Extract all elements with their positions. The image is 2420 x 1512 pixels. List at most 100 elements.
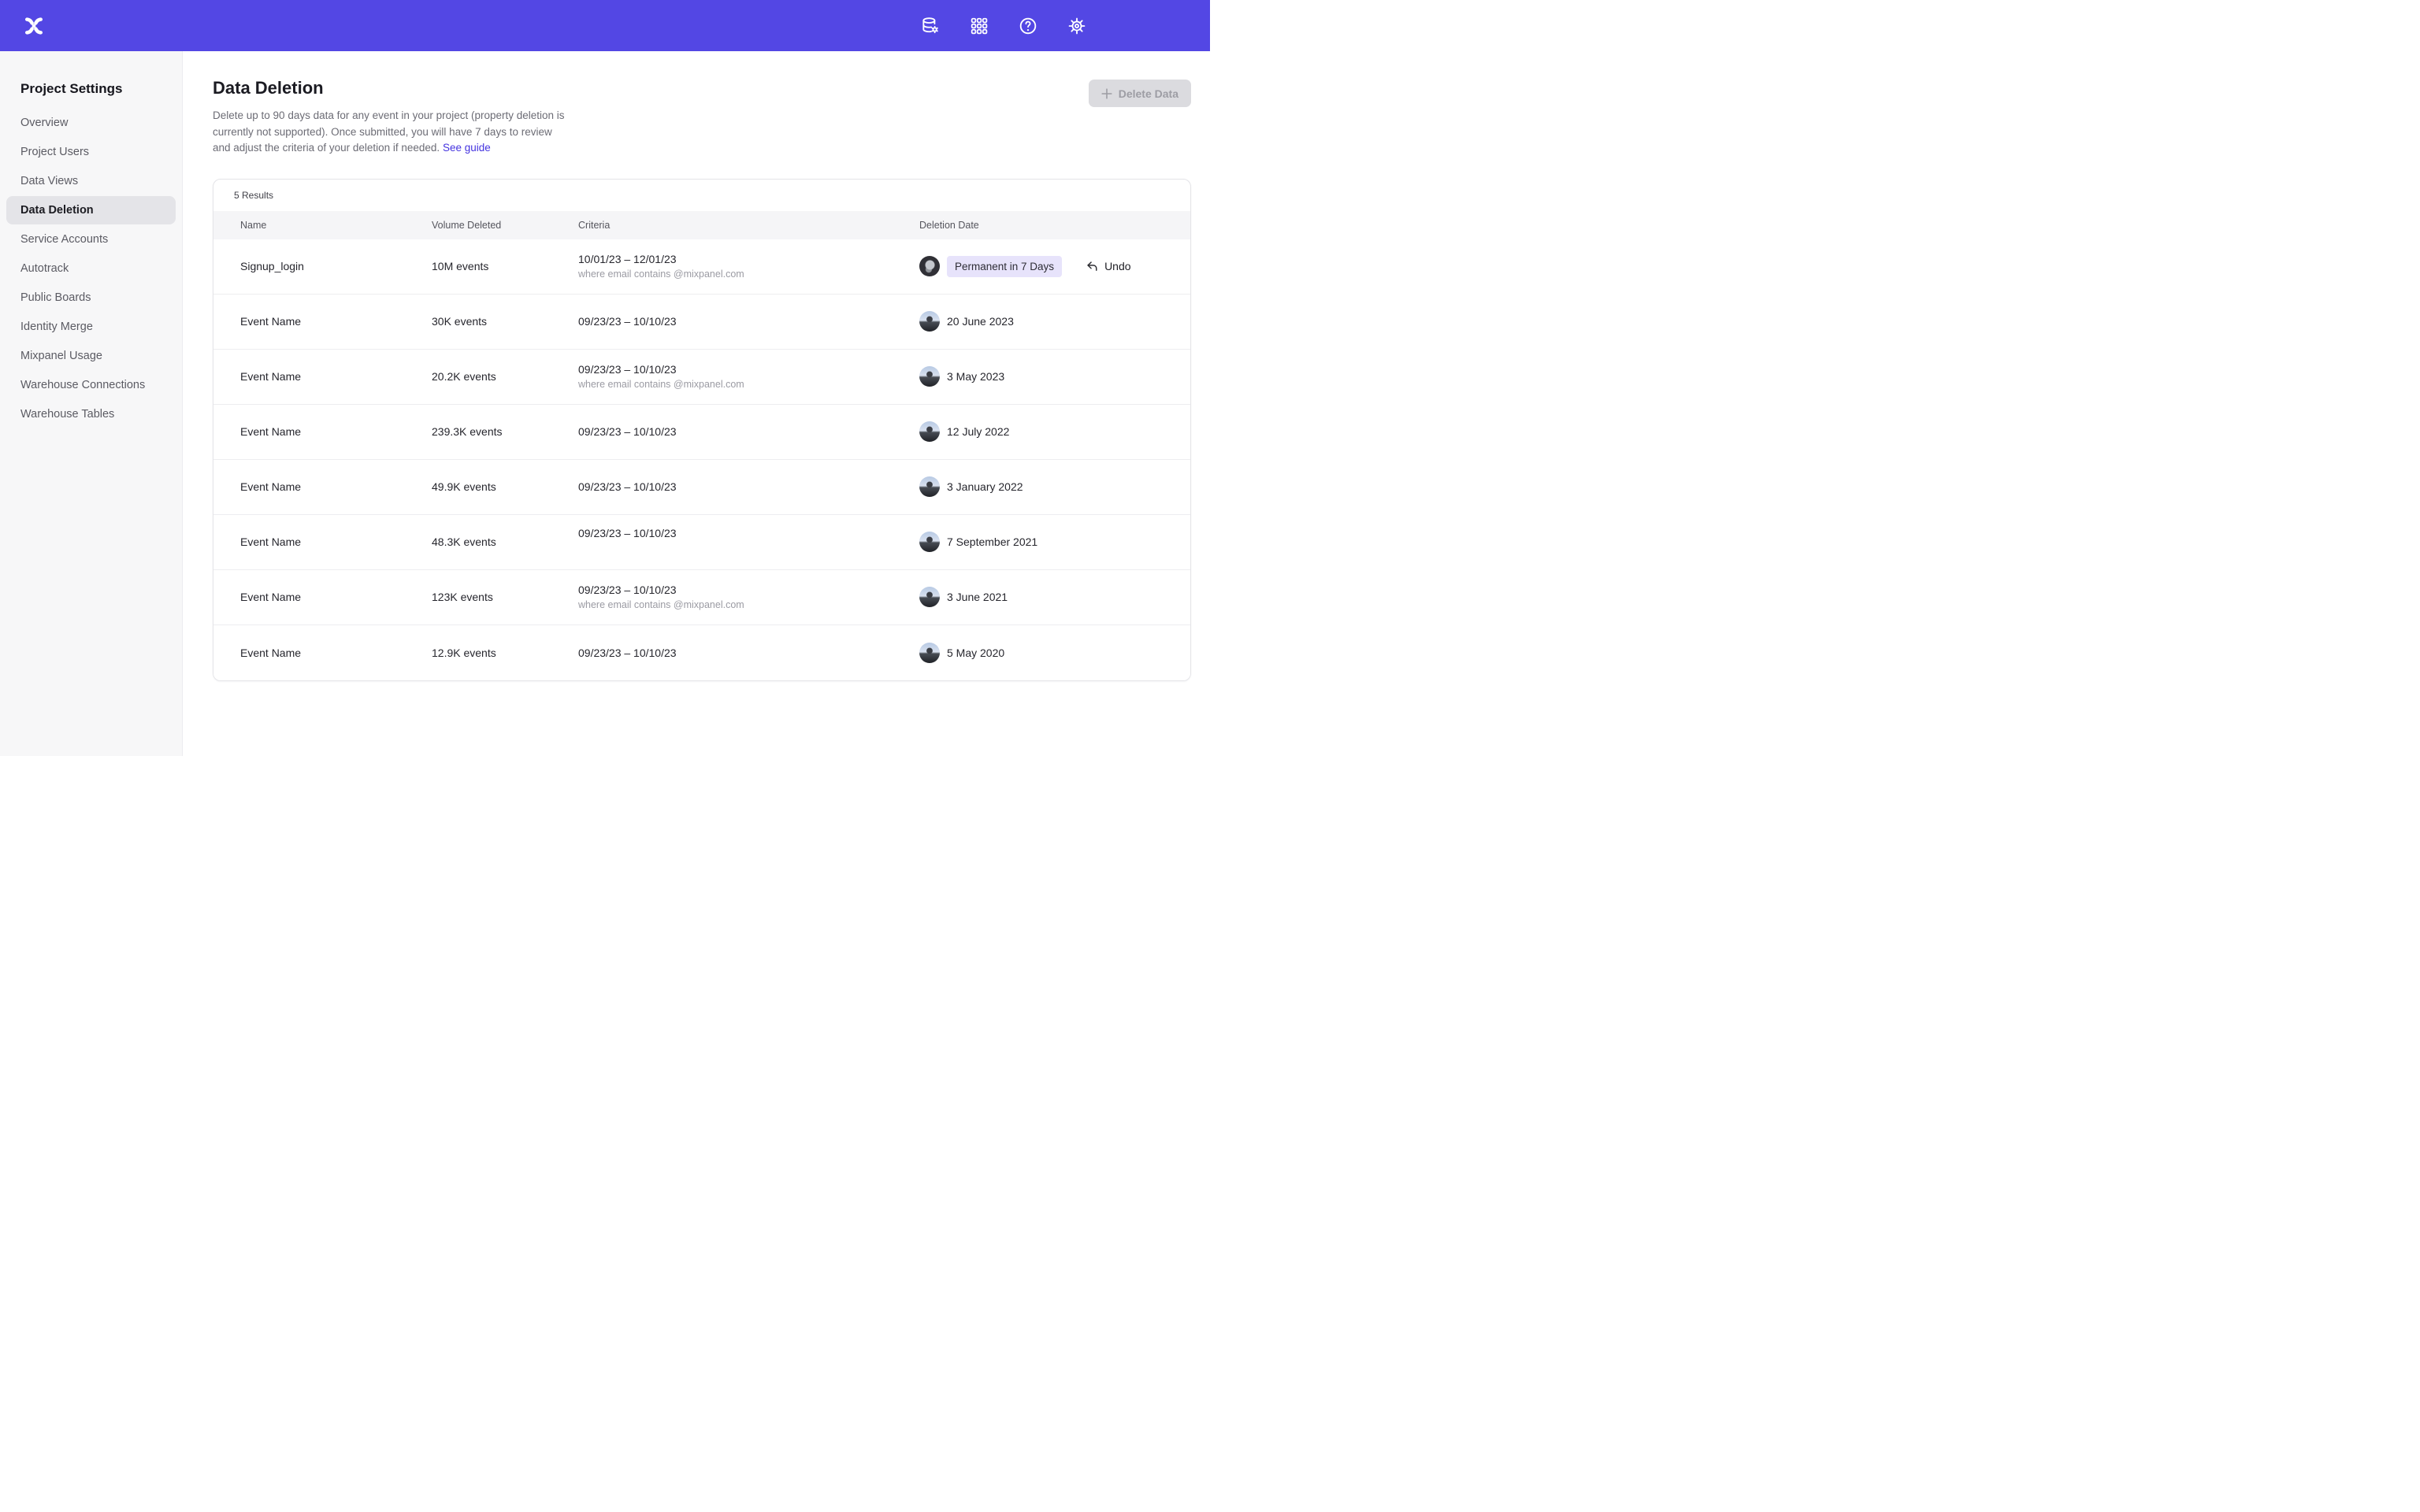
deletion-date-text: 20 June 2023 [947,315,1014,328]
table-row: Event Name 123K events 09/23/23 – 10/10/… [213,570,1190,625]
column-header-criteria: Criteria [578,220,919,231]
deletion-date-text: 3 January 2022 [947,480,1023,493]
table-row: Event Name 48.3K events 09/23/23 – 10/10… [213,515,1190,570]
row-deletion-date: Permanent in 7 Days Undo [919,256,1190,277]
page-description: Delete up to 90 days data for any event … [213,108,566,157]
row-deletion-date: 3 June 2021 [919,587,1190,607]
deletion-date-text: 3 June 2021 [947,591,1008,603]
row-deletion-date: 3 May 2023 [919,366,1190,387]
delete-data-button-label: Delete Data [1119,87,1178,100]
sidebar-item-data-views[interactable]: Data Views [6,167,176,195]
undo-button[interactable]: Undo [1086,260,1130,273]
row-criteria-filter: where email contains @mixpanel.com [578,269,919,280]
user-avatar [919,643,940,663]
sidebar-item-overview[interactable]: Overview [6,109,176,137]
sidebar-item-public-boards[interactable]: Public Boards [6,284,176,312]
data-management-icon[interactable] [920,16,941,36]
table-row: Event Name 30K events 09/23/23 – 10/10/2… [213,295,1190,350]
deletion-table-card: 5 Results Name Volume Deleted Criteria D… [213,179,1191,681]
row-volume-deleted: 49.9K events [432,480,578,493]
row-event-name: Event Name [240,647,432,659]
page-description-text: Delete up to 90 days data for any event … [213,109,565,154]
user-avatar [919,532,940,552]
table-body: Signup_login 10M events 10/01/23 – 12/01… [213,239,1190,680]
settings-sidebar: Project Settings OverviewProject UsersDa… [0,51,183,756]
row-criteria: 09/23/23 – 10/10/23 where email contains… [578,363,919,390]
column-header-volume: Volume Deleted [432,220,578,231]
row-event-name: Event Name [240,591,432,603]
row-criteria-range: 09/23/23 – 10/10/23 [578,480,919,493]
row-volume-deleted: 20.2K events [432,370,578,383]
row-event-name: Event Name [240,536,432,548]
deletion-date-text: 12 July 2022 [947,425,1009,438]
user-avatar [919,311,940,332]
row-criteria: 09/23/23 – 10/10/23 where email contains… [578,584,919,610]
row-criteria-filter: where email contains @mixpanel.com [578,379,919,390]
undo-button-label: Undo [1104,260,1130,272]
row-event-name: Event Name [240,425,432,438]
row-criteria: 10/01/23 – 12/01/23 where email contains… [578,253,919,280]
user-avatar [919,256,940,276]
see-guide-link[interactable]: See guide [443,142,491,154]
help-icon[interactable] [1018,16,1038,36]
sidebar-heading: Project Settings [0,81,182,108]
sidebar-item-autotrack[interactable]: Autotrack [6,254,176,283]
row-deletion-date: 5 May 2020 [919,643,1190,663]
deletion-date-text: 3 May 2023 [947,370,1004,383]
row-criteria-range: 09/23/23 – 10/10/23 [578,527,919,539]
table-row: Event Name 49.9K events 09/23/23 – 10/10… [213,460,1190,515]
table-row: Event Name 20.2K events 09/23/23 – 10/10… [213,350,1190,405]
row-event-name: Event Name [240,315,432,328]
page-title: Data Deletion [213,78,566,98]
column-header-deletion-date: Deletion Date [919,220,1190,231]
user-avatar [919,587,940,607]
row-deletion-date: 20 June 2023 [919,311,1190,332]
row-deletion-date: 3 January 2022 [919,476,1190,497]
row-event-name: Signup_login [240,260,432,272]
row-volume-deleted: 48.3K events [432,536,578,548]
row-criteria-range: 10/01/23 – 12/01/23 [578,253,919,265]
row-deletion-date: 12 July 2022 [919,421,1190,442]
main-content: Data Deletion Delete up to 90 days data … [183,51,1210,756]
table-row: Signup_login 10M events 10/01/23 – 12/01… [213,239,1190,295]
row-criteria: 09/23/23 – 10/10/23 [578,647,919,659]
settings-icon[interactable] [1067,16,1087,36]
mixpanel-logo-icon[interactable] [22,14,46,38]
delete-data-button[interactable]: Delete Data [1089,80,1191,107]
apps-grid-icon[interactable] [969,16,989,36]
sidebar-item-warehouse-tables[interactable]: Warehouse Tables [6,400,176,428]
row-criteria-range: 09/23/23 – 10/10/23 [578,425,919,438]
row-criteria: 09/23/23 – 10/10/23 [578,536,919,548]
sidebar-item-list: OverviewProject UsersData ViewsData Dele… [0,109,182,428]
row-criteria: 09/23/23 – 10/10/23 [578,425,919,438]
sidebar-item-warehouse-connections[interactable]: Warehouse Connections [6,371,176,399]
sidebar-item-data-deletion[interactable]: Data Deletion [6,196,176,224]
sidebar-item-mixpanel-usage[interactable]: Mixpanel Usage [6,342,176,370]
results-count: 5 Results [213,180,1190,211]
row-event-name: Event Name [240,480,432,493]
row-volume-deleted: 123K events [432,591,578,603]
table-header-row: Name Volume Deleted Criteria Deletion Da… [213,211,1190,239]
undo-icon [1086,260,1099,273]
sidebar-item-service-accounts[interactable]: Service Accounts [6,225,176,254]
row-criteria-range: 09/23/23 – 10/10/23 [578,363,919,376]
app-window: Project Settings OverviewProject UsersDa… [0,0,1210,756]
top-navigation-bar [0,0,1210,51]
row-deletion-date: 7 September 2021 [919,532,1190,552]
table-row: Event Name 12.9K events 09/23/23 – 10/10… [213,625,1190,680]
sidebar-item-project-users[interactable]: Project Users [6,138,176,166]
row-criteria-filter: where email contains @mixpanel.com [578,599,919,610]
row-volume-deleted: 12.9K events [432,647,578,659]
user-avatar [919,366,940,387]
row-criteria: 09/23/23 – 10/10/23 [578,480,919,493]
user-avatar [919,421,940,442]
row-criteria: 09/23/23 – 10/10/23 [578,315,919,328]
topbar-icon-group [920,16,1087,36]
plus-icon [1101,88,1112,99]
row-volume-deleted: 239.3K events [432,425,578,438]
column-header-name: Name [240,220,432,231]
row-event-name: Event Name [240,370,432,383]
row-criteria-range: 09/23/23 – 10/10/23 [578,315,919,328]
deletion-date-text: 7 September 2021 [947,536,1037,548]
sidebar-item-identity-merge[interactable]: Identity Merge [6,313,176,341]
